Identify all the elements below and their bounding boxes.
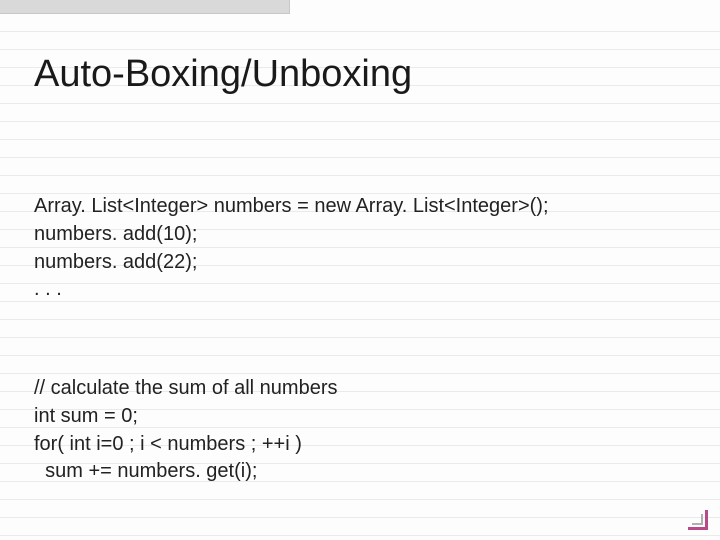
slide-corner-accent-icon bbox=[688, 510, 708, 530]
code-block-declaration: Array. List<Integer> numbers = new Array… bbox=[34, 166, 690, 304]
code-line: sum += numbers. get(i); bbox=[34, 460, 257, 482]
code-line: Array. List<Integer> numbers = new Array… bbox=[34, 195, 549, 217]
slide-body: Auto-Boxing/Unboxing Array. List<Integer… bbox=[0, 14, 720, 540]
code-line: numbers. add(22); bbox=[34, 251, 197, 273]
slide-title: Auto-Boxing/Unboxing bbox=[34, 54, 690, 96]
code-line: int sum = 0; bbox=[34, 405, 138, 427]
code-block-sum-loop: // calculate the sum of all numbers int … bbox=[34, 348, 690, 486]
code-line: for( int i=0 ; i < numbers ; ++i ) bbox=[34, 433, 302, 455]
code-line: . . . bbox=[34, 278, 62, 300]
window-chrome-fragment bbox=[0, 0, 290, 14]
code-line: numbers. add(10); bbox=[34, 223, 197, 245]
code-comment: // calculate the sum of all numbers bbox=[34, 377, 337, 399]
